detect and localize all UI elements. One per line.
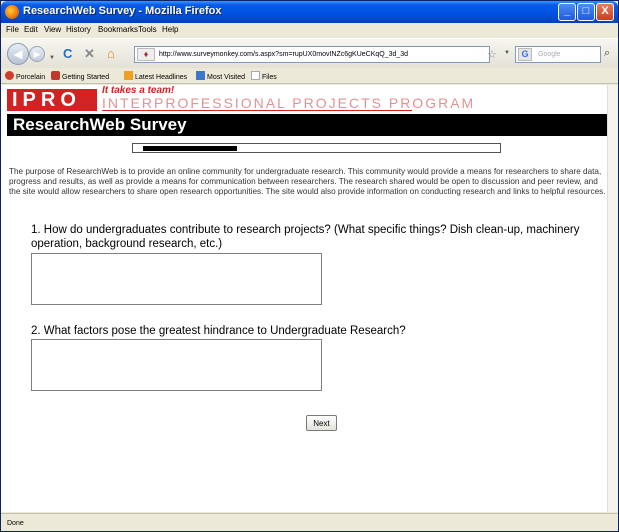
files-icon (251, 71, 260, 80)
bookmark-label: Latest Headlines (135, 74, 188, 81)
menu-help[interactable]: Help (162, 25, 178, 34)
scrollbar[interactable] (607, 85, 618, 512)
question-1-answer[interactable] (31, 253, 322, 305)
bookmarks-toolbar: Porcelain Getting Started Latest Headlin… (1, 68, 618, 84)
history-dropdown-icon[interactable]: ▼ (49, 51, 55, 65)
question-2-label: 2. What factors pose the greatest hindra… (31, 325, 406, 337)
bookmark-label: Files (262, 74, 277, 81)
menu-view[interactable]: View (44, 25, 61, 34)
next-button[interactable]: Next (306, 415, 337, 431)
url-dropdown-icon[interactable]: ▼ (504, 50, 510, 56)
reload-icon[interactable]: C (63, 47, 72, 61)
forward-button[interactable]: ▶ (29, 46, 45, 62)
back-button[interactable]: ◀ (7, 43, 29, 65)
bookmark-latest-headlines[interactable]: Latest Headlines (124, 71, 187, 81)
page-content: IPRO It takes a team! INTERPROFESSIONAL … (1, 85, 607, 512)
progress-bar (132, 143, 501, 153)
bookmark-most-visited[interactable]: Most Visited (196, 71, 245, 81)
question-1-label: 1. How do undergraduates contribute to r… (31, 224, 580, 250)
program-name: INTERPROFESSIONAL PROJECTS PROGRAM (102, 95, 476, 111)
bookmark-files[interactable]: Files (251, 71, 277, 81)
rss-icon (124, 71, 133, 80)
menu-tools[interactable]: Tools (138, 25, 157, 34)
getting-started-icon (51, 71, 60, 80)
menu-edit[interactable]: Edit (24, 25, 38, 34)
minimize-button[interactable]: _ (558, 3, 576, 21)
status-text: Done (7, 520, 24, 527)
bookmark-label: Getting Started (62, 74, 110, 81)
menu-bookmarks[interactable]: Bookmarks (98, 25, 138, 34)
maximize-button[interactable]: □ (577, 3, 595, 21)
search-engine-icon[interactable]: G (518, 48, 532, 61)
search-bar[interactable]: G Google (515, 46, 601, 63)
bookmark-star-icon[interactable]: ☆ (487, 48, 497, 61)
home-icon[interactable]: ⌂ (107, 47, 115, 61)
bookmark-getting-started[interactable]: Getting Started (51, 71, 109, 81)
search-icon[interactable]: ⌕ (604, 47, 610, 60)
firefox-icon (5, 5, 19, 19)
survey-title: ResearchWeb Survey (7, 114, 607, 136)
status-bar: Done (1, 513, 618, 531)
header-divider (102, 110, 412, 111)
question-2-answer[interactable] (31, 339, 322, 391)
title-bar: ResearchWeb Survey - Mozilla Firefox _ □… (1, 1, 618, 23)
browser-window: ResearchWeb Survey - Mozilla Firefox _ □… (0, 0, 619, 532)
navigation-toolbar: ◀ ▶ ▼ C ✕ ⌂ ♦ http://www.surveymonkey.co… (1, 38, 618, 68)
close-button[interactable]: X (596, 3, 614, 21)
progress-fill (143, 146, 237, 151)
site-favicon-icon: ♦ (137, 48, 155, 61)
url-bar[interactable]: ♦ http://www.surveymonkey.com/s.aspx?sm=… (134, 46, 490, 63)
url-text: http://www.surveymonkey.com/s.aspx?sm=ru… (159, 51, 409, 58)
most-visited-icon (196, 71, 205, 80)
search-placeholder: Google (538, 51, 561, 58)
porcelain-icon (5, 71, 14, 80)
menu-history[interactable]: History (66, 25, 91, 34)
menu-file[interactable]: File (6, 25, 19, 34)
window-title: ResearchWeb Survey - Mozilla Firefox (23, 5, 222, 17)
bookmark-label: Most Visited (207, 74, 245, 81)
bookmark-label: Porcelain (16, 74, 46, 81)
stop-icon[interactable]: ✕ (84, 47, 95, 61)
ipro-logo: IPRO (7, 89, 97, 111)
intro-text: The purpose of ResearchWeb is to provide… (9, 167, 606, 196)
menu-bar: File Edit View History Bookmarks Tools H… (1, 23, 618, 37)
bookmark-porcelain[interactable]: Porcelain (5, 71, 45, 81)
